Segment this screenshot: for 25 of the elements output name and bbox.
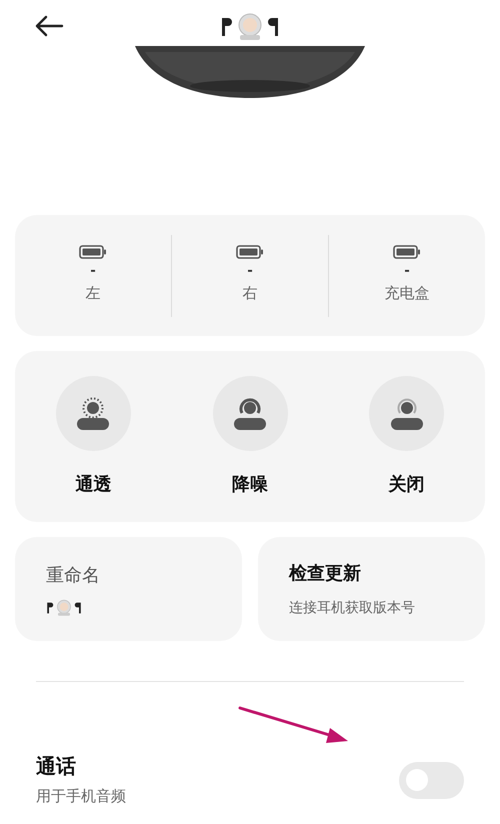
battery-value: -: [404, 261, 410, 282]
mode-option[interactable]: 关闭: [328, 376, 486, 498]
mode-option[interactable]: 降噪: [172, 376, 328, 498]
call-title: 通话: [36, 755, 77, 780]
rename-title: 重命名: [46, 564, 100, 588]
mode-option[interactable]: 通透: [15, 376, 172, 498]
battery-label: 右: [242, 284, 258, 304]
device-name-emoji-drawing: [46, 599, 82, 616]
battery-icon: [236, 245, 264, 260]
battery-icon: [79, 245, 107, 260]
mode-label: 通透: [75, 472, 112, 496]
mode-label: 关闭: [388, 472, 425, 496]
mode-label: 降噪: [232, 472, 268, 496]
title-emoji-drawing: [220, 12, 280, 40]
battery-label: 充电盒: [384, 284, 430, 304]
update-card[interactable]: 检查更新 连接耳机获取版本号: [258, 537, 485, 641]
rename-card[interactable]: 重命名: [15, 537, 242, 641]
call-subtitle: 用于手机音频: [36, 787, 126, 807]
update-subtitle: 连接耳机获取版本号: [289, 598, 415, 617]
battery-icon: [393, 245, 421, 260]
battery-value: -: [247, 261, 253, 282]
battery-label: 左: [86, 284, 100, 304]
battery-value: -: [90, 261, 96, 282]
back-arrow-icon: [34, 14, 64, 38]
update-title: 检查更新: [289, 562, 361, 585]
